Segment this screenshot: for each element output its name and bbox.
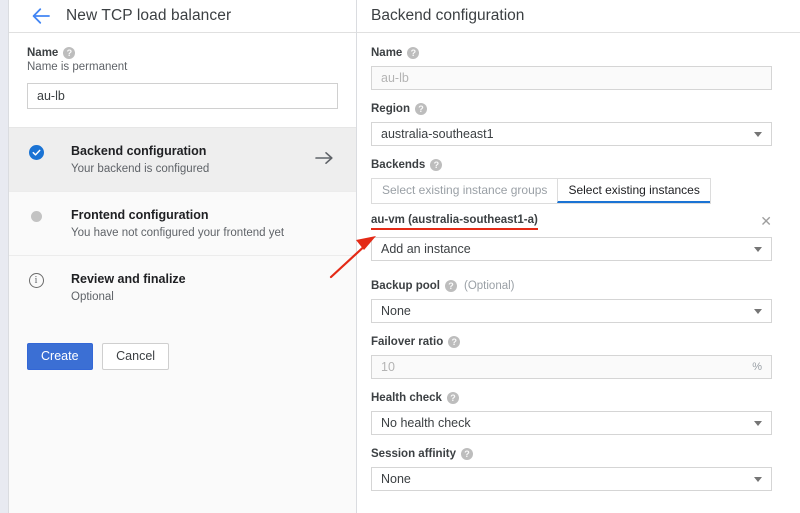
step-backend-text: Backend configuration Your backend is co… [71, 144, 315, 175]
sidebar-step-frontend-configuration[interactable]: Frontend configuration You have not conf… [9, 192, 356, 256]
wizard-left-panel: New TCP load balancer Name ? Name is per… [8, 0, 357, 513]
backend-configuration-title: Backend configuration [371, 7, 525, 24]
backend-configuration-panel: Backend configuration Name ? au-lb Regio… [357, 0, 800, 513]
backends-tabs: Select existing instance groups Select e… [371, 178, 711, 204]
session-affinity-label-row: Session affinity ? [371, 448, 772, 460]
help-icon[interactable]: ? [448, 336, 461, 348]
step-frontend-title: Frontend configuration [71, 208, 209, 222]
arrow-right-icon[interactable] [315, 150, 334, 170]
chevron-down-icon [754, 420, 762, 426]
region-label-row: Region ? [371, 103, 772, 115]
chevron-down-icon [754, 246, 762, 252]
selected-instance-row: au-vm (australia-southeast1-a) ✕ [371, 214, 772, 230]
lb-name-label: Name [27, 47, 59, 59]
region-group: Region ? australia-southeast1 [371, 103, 772, 146]
annotation-underline [371, 228, 538, 230]
help-icon[interactable]: ? [63, 47, 76, 59]
region-select[interactable]: australia-southeast1 [371, 122, 772, 146]
backend-name-value: au-lb [381, 71, 409, 85]
session-affinity-value: None [381, 472, 411, 486]
backup-pool-optional-tag: (Optional) [464, 280, 515, 292]
backend-configuration-form: Name ? au-lb Region ? australia-southeas… [357, 33, 800, 491]
lb-name-input[interactable]: au-lb [27, 83, 338, 109]
close-icon[interactable]: ✕ [760, 214, 772, 228]
create-button[interactable]: Create [27, 343, 93, 370]
backends-label: Backends [371, 159, 426, 171]
failover-ratio-value: 10 [381, 360, 395, 374]
lb-name-hint: Name is permanent [27, 61, 128, 73]
help-icon[interactable]: ? [445, 280, 458, 292]
backup-pool-group: Backup pool ? (Optional) None [371, 280, 772, 323]
help-icon[interactable]: ? [446, 392, 459, 404]
lb-name-block: Name ? Name is permanent au-lb [9, 33, 356, 128]
add-instance-select[interactable]: Add an instance [371, 237, 772, 261]
check-circle-icon [27, 145, 45, 160]
session-affinity-group: Session affinity ? None [371, 448, 772, 491]
step-review-text: Review and finalize Optional [71, 272, 340, 303]
selected-instance-name: au-vm (australia-southeast1-a) [371, 214, 538, 230]
wizard-actions: Create Cancel [9, 319, 356, 370]
chevron-down-icon [754, 308, 762, 314]
step-frontend-sub: You have not configured your frontend ye… [71, 227, 285, 239]
page-title: New TCP load balancer [66, 7, 232, 24]
tab-select-existing-instance-groups[interactable]: Select existing instance groups [372, 179, 557, 203]
right-panel-header: Backend configuration [357, 0, 800, 33]
backend-name-input: au-lb [371, 66, 772, 90]
backend-name-label: Name [371, 47, 403, 59]
backup-pool-value: None [381, 304, 411, 318]
failover-ratio-label-row: Failover ratio ? [371, 336, 772, 348]
step-review-title: Review and finalize [71, 272, 186, 286]
help-icon[interactable]: ? [407, 47, 420, 59]
grey-dot-icon [27, 209, 45, 222]
step-backend-title: Backend configuration [71, 144, 207, 158]
sidebar-step-review-and-finalize[interactable]: i Review and finalize Optional [9, 256, 356, 319]
cancel-button[interactable]: Cancel [102, 343, 170, 370]
left-edge-strip [0, 0, 8, 513]
backup-pool-label-row: Backup pool ? (Optional) [371, 280, 772, 292]
failover-ratio-label: Failover ratio [371, 336, 444, 348]
health-check-value: No health check [381, 416, 471, 430]
backends-group: Backends ? Select existing instance grou… [371, 159, 772, 261]
lb-name-label-row: Name ? [27, 47, 338, 59]
load-balancer-creation-page: New TCP load balancer Name ? Name is per… [0, 0, 800, 513]
help-icon[interactable]: ? [414, 103, 427, 115]
failover-ratio-input[interactable]: 10 % [371, 355, 772, 379]
health-check-group: Health check ? No health check [371, 392, 772, 435]
left-panel-header: New TCP load balancer [9, 0, 356, 33]
failover-ratio-group: Failover ratio ? 10 % [371, 336, 772, 379]
step-backend-sub: Your backend is configured [71, 163, 210, 175]
step-review-sub: Optional [71, 291, 114, 303]
tab-select-existing-instances[interactable]: Select existing instances [557, 179, 710, 203]
percent-suffix: % [752, 361, 762, 373]
sidebar-step-backend-configuration[interactable]: Backend configuration Your backend is co… [9, 128, 356, 192]
help-icon[interactable]: ? [461, 448, 473, 460]
backup-pool-label: Backup pool [371, 280, 441, 292]
backend-name-label-row: Name ? [371, 47, 772, 59]
backup-pool-select[interactable]: None [371, 299, 772, 323]
back-arrow-icon[interactable] [31, 5, 53, 27]
help-icon[interactable]: ? [430, 159, 443, 171]
add-instance-value: Add an instance [381, 242, 471, 256]
lb-name-input-value: au-lb [37, 89, 65, 103]
health-check-select[interactable]: No health check [371, 411, 772, 435]
backend-name-group: Name ? au-lb [371, 47, 772, 90]
chevron-down-icon [754, 476, 762, 482]
health-check-label-row: Health check ? [371, 392, 772, 404]
health-check-label: Health check [371, 392, 442, 404]
chevron-down-icon [754, 131, 762, 137]
step-frontend-text: Frontend configuration You have not conf… [71, 208, 340, 239]
backends-label-row: Backends ? [371, 159, 772, 171]
session-affinity-label: Session affinity [371, 448, 456, 460]
session-affinity-select[interactable]: None [371, 467, 772, 491]
info-circle-icon: i [27, 273, 45, 288]
region-value: australia-southeast1 [381, 127, 494, 141]
region-label: Region [371, 103, 410, 115]
